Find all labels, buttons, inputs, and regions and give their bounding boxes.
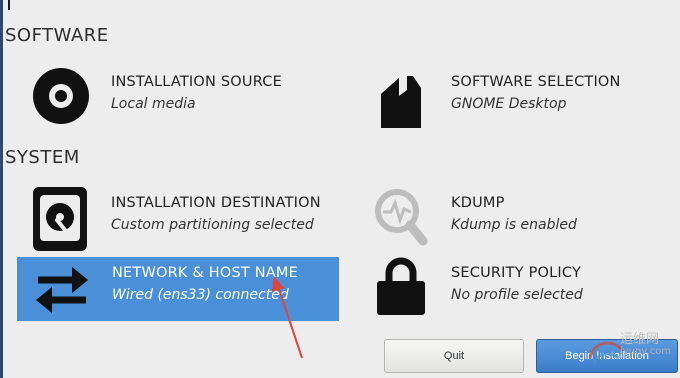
watermark-text: 运维网	[620, 332, 660, 347]
hard-drive-icon	[31, 187, 91, 251]
magnifier-icon	[371, 187, 431, 251]
section-heading-software: SOFTWARE	[5, 25, 109, 46]
spoke-installation-source[interactable]: INSTALLATION SOURCE Local media	[16, 66, 336, 130]
watermark: 运维网 iyunv.com	[586, 326, 676, 376]
spoke-title: SOFTWARE SELECTION	[451, 74, 621, 90]
annotation-arrow-icon	[272, 276, 303, 359]
spoke-title: INSTALLATION DESTINATION	[111, 195, 321, 211]
package-icon	[371, 66, 431, 130]
scroll-top-line	[8, 0, 10, 10]
spoke-status: Custom partitioning selected	[111, 217, 314, 233]
spoke-status: Kdump is enabled	[451, 217, 577, 233]
spoke-status: GNOME Desktop	[451, 96, 567, 112]
window-left-edge	[0, 0, 3, 378]
disc-icon	[31, 66, 91, 130]
spoke-status: Local media	[111, 96, 196, 112]
spoke-status: No profile selected	[451, 287, 583, 303]
spoke-title: KDUMP	[451, 195, 505, 211]
spoke-installation-destination[interactable]: INSTALLATION DESTINATION Custom partitio…	[16, 187, 336, 251]
quit-button[interactable]: Quit	[384, 339, 524, 373]
spoke-security-policy[interactable]: SECURITY POLICY No profile selected	[356, 257, 656, 321]
watermark-url: iyunv.com	[620, 346, 672, 357]
padlock-icon	[371, 257, 431, 321]
spoke-title: SECURITY POLICY	[451, 265, 582, 281]
spoke-kdump[interactable]: KDUMP Kdump is enabled	[356, 187, 656, 251]
network-arrows-icon	[32, 257, 92, 321]
spoke-software-selection[interactable]: SOFTWARE SELECTION GNOME Desktop	[356, 66, 656, 130]
section-heading-system: SYSTEM	[5, 147, 80, 168]
spoke-title: INSTALLATION SOURCE	[111, 74, 282, 90]
